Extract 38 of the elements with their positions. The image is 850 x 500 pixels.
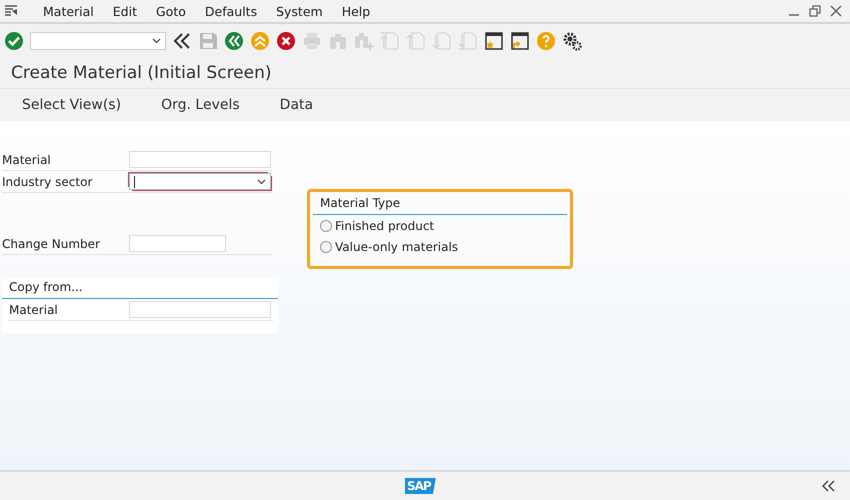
menu-item[interactable]: Edit bbox=[112, 4, 137, 18]
check-icon[interactable] bbox=[4, 31, 24, 51]
field-label: Material bbox=[9, 302, 59, 316]
close-icon[interactable] bbox=[830, 5, 842, 17]
input-field[interactable] bbox=[129, 301, 271, 318]
radio-label: Value-only materials bbox=[335, 240, 458, 254]
group-title: Copy from... bbox=[9, 280, 83, 294]
menu-item[interactable]: System bbox=[276, 4, 323, 18]
menu-item[interactable]: Help bbox=[342, 4, 370, 18]
up-icon[interactable] bbox=[250, 31, 270, 51]
cancel-icon[interactable] bbox=[276, 31, 296, 51]
menu-item[interactable]: Material bbox=[43, 4, 94, 18]
screen-title: Create Material (Initial Screen) bbox=[11, 63, 272, 83]
settings-icon[interactable] bbox=[562, 31, 582, 51]
back-icon[interactable] bbox=[224, 31, 244, 51]
group-title: Material Type bbox=[320, 196, 400, 210]
restore-icon[interactable] bbox=[809, 5, 821, 17]
field-label: Industry sector bbox=[2, 174, 94, 188]
radio-button[interactable] bbox=[320, 220, 332, 232]
menu-item[interactable]: Goto bbox=[156, 4, 186, 18]
radio-label: Finished product bbox=[335, 218, 434, 232]
command-field[interactable] bbox=[30, 32, 166, 50]
input-field[interactable] bbox=[129, 151, 271, 168]
radio-button[interactable] bbox=[320, 240, 332, 252]
toolbar-button[interactable]: Data bbox=[280, 97, 314, 113]
double-chevron-icon[interactable] bbox=[172, 31, 192, 51]
toolbar-button[interactable]: Org. Levels bbox=[161, 97, 240, 113]
double-chevron-icon[interactable] bbox=[822, 480, 836, 492]
caret-icon bbox=[257, 178, 266, 184]
caret-icon bbox=[152, 38, 161, 44]
toolbar-button[interactable]: Select View(s) bbox=[22, 97, 122, 113]
field-label: Material bbox=[2, 152, 52, 166]
dropdown-field[interactable] bbox=[129, 173, 271, 190]
field-label: Change Number bbox=[2, 236, 101, 250]
input-field[interactable] bbox=[129, 235, 226, 252]
menu-item[interactable]: Defaults bbox=[204, 4, 258, 18]
help-icon[interactable] bbox=[536, 31, 556, 51]
menu-icon[interactable] bbox=[4, 5, 18, 17]
